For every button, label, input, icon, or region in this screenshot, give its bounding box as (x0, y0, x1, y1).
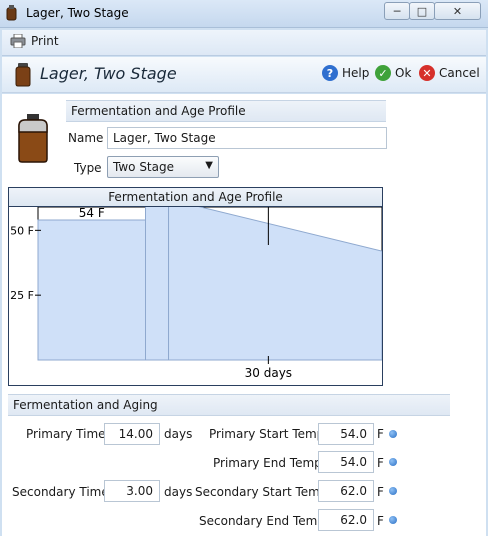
primary-start-temp-unit: F (377, 427, 384, 441)
dialog-title: Lager, Two Stage (40, 64, 177, 83)
profile-area-segment (145, 207, 170, 361)
primary-time-input[interactable]: 14.00 (104, 423, 160, 445)
ok-label: Ok (395, 66, 412, 80)
help-button[interactable]: ? Help (322, 65, 369, 81)
primary-start-temp-input[interactable]: 54.0 (318, 423, 374, 445)
fermenter-icon (18, 114, 48, 163)
fermenter-icon (6, 5, 17, 21)
help-icon: ? (322, 65, 338, 81)
primary-end-temp-unit: F (377, 456, 384, 470)
type-select[interactable]: Two Stage ▼ (107, 156, 219, 178)
print-label: Print (31, 34, 59, 48)
minimize-button[interactable]: ─ (384, 2, 410, 20)
minimize-icon: ─ (393, 4, 401, 18)
secondary-start-temp-label: Secondary Start Temp (195, 485, 328, 499)
aging-section-header: Fermentation and Aging (8, 394, 450, 416)
print-button[interactable]: Print (10, 34, 59, 48)
secondary-end-temp-input[interactable]: 62.0 (318, 509, 374, 531)
secondary-end-temp-indicator-icon[interactable] (389, 516, 397, 524)
name-input[interactable]: Lager, Two Stage (107, 127, 387, 149)
primary-start-temp-label: Primary Start Temp (209, 427, 325, 441)
secondary-time-label: Secondary Time (12, 485, 109, 499)
y-tick-label: 25 F (10, 289, 34, 302)
close-button[interactable]: ✕ (434, 2, 481, 20)
dialog-content: Fermentation and Age Profile Name Lager,… (2, 94, 486, 536)
primary-time-unit: days (164, 427, 193, 441)
secondary-start-temp-unit: F (377, 485, 384, 499)
dialog-header: Lager, Two Stage ? Help ✓ Ok ✕ Cancel (2, 57, 486, 93)
secondary-end-temp-label: Secondary End Temp (199, 514, 325, 528)
profile-area-segment (37, 219, 146, 361)
fermenter-icon (15, 63, 31, 87)
title-bar: Lager, Two Stage ─ □ ✕ (0, 0, 488, 28)
cancel-icon: ✕ (419, 65, 435, 81)
y-tick-label: 50 F (10, 224, 34, 237)
primary-end-temp-label: Primary End Temp (213, 456, 322, 470)
type-select-value: Two Stage (113, 160, 174, 174)
window-title: Lager, Two Stage (26, 6, 129, 20)
ok-button[interactable]: ✓ Ok (375, 65, 411, 81)
secondary-time-unit: days (164, 485, 193, 499)
checkmark-icon: ✓ (375, 65, 391, 81)
cancel-button[interactable]: ✕ Cancel (419, 65, 480, 81)
profile-section-header: Fermentation and Age Profile (66, 100, 386, 122)
aging-section-title: Fermentation and Aging (13, 398, 158, 412)
chevron-down-icon: ▼ (205, 160, 213, 171)
printer-icon (10, 34, 26, 48)
primary-time-label: Primary Time (26, 427, 106, 441)
primary-start-temp-indicator-icon[interactable] (389, 430, 397, 438)
cancel-label: Cancel (439, 66, 480, 80)
chart-plot: 30 days50 F25 F54 F62 F (10, 207, 382, 380)
secondary-start-temp-indicator-icon[interactable] (389, 487, 397, 495)
help-label: Help (342, 66, 370, 80)
secondary-start-temp-input[interactable]: 62.0 (318, 480, 374, 502)
primary-end-temp-input[interactable]: 54.0 (318, 451, 374, 473)
maximize-icon: □ (416, 4, 428, 18)
secondary-end-temp-unit: F (377, 514, 384, 528)
type-label: Type (74, 161, 102, 175)
profile-chart: Fermentation and Age Profile 30 days 50 F… (8, 187, 383, 386)
maximize-button[interactable]: □ (409, 2, 435, 20)
x-tick-label: 30 days (245, 366, 292, 380)
temp-annotation-label: 54 F (79, 207, 105, 220)
profile-section-title: Fermentation and Age Profile (71, 104, 246, 118)
toolbar: Print (2, 30, 486, 56)
name-label: Name (68, 131, 104, 145)
close-icon: ✕ (452, 4, 463, 18)
primary-end-temp-indicator-icon[interactable] (389, 458, 397, 466)
chart-title: Fermentation and Age Profile (9, 188, 382, 207)
secondary-time-input[interactable]: 3.00 (104, 480, 160, 502)
